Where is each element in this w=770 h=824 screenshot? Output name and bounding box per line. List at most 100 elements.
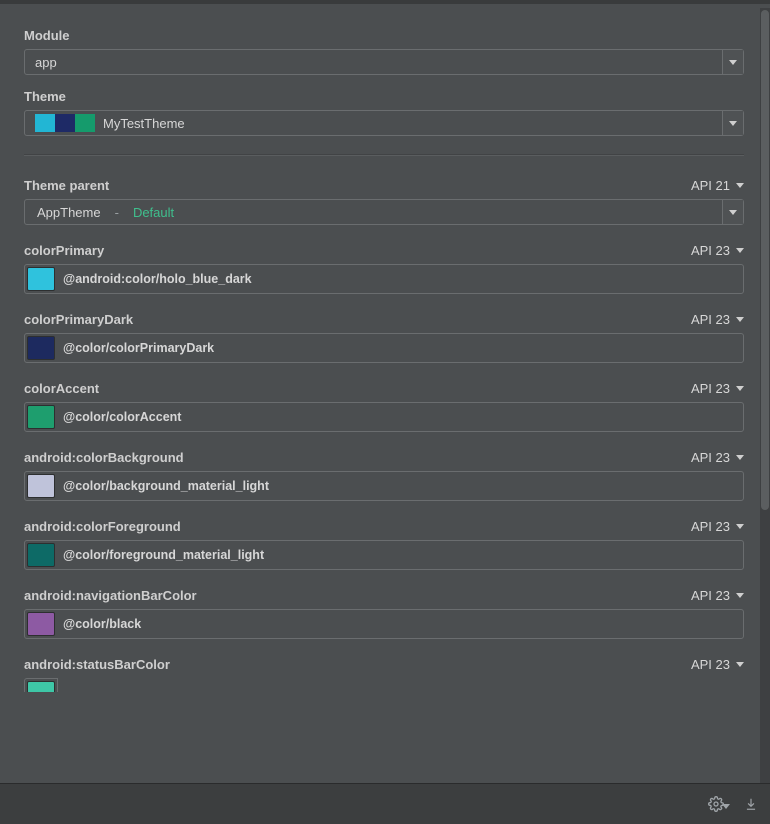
attr-header: android:colorBackground API 23 — [24, 450, 744, 465]
attr-group: colorPrimary API 23 @android:color/holo_bl… — [24, 243, 744, 294]
attr-color-field[interactable]: @color/foreground_material_light — [24, 540, 744, 570]
theme-parent-variant: Default — [133, 205, 174, 220]
attr-swatch-icon — [27, 405, 55, 429]
scrollbar[interactable] — [760, 8, 770, 784]
theme-parent-combo-body: AppTheme - Default — [25, 200, 722, 224]
attr-api-text: API 23 — [691, 588, 730, 603]
download-icon[interactable] — [744, 797, 758, 811]
chevron-down-icon — [736, 455, 744, 460]
theme-parent-header: Theme parent API 21 — [24, 178, 744, 193]
section-divider — [24, 154, 744, 156]
theme-group: Theme MyTestTheme — [24, 89, 744, 136]
attr-swatch-icon — [27, 474, 55, 498]
chevron-down-icon — [729, 60, 737, 65]
attr-group-statusbarcolor: android:statusBarColor API 23 — [24, 657, 744, 692]
attr-api-chip[interactable]: API 23 — [691, 381, 744, 396]
attr-swatch-icon — [27, 336, 55, 360]
status-bar — [0, 783, 770, 824]
module-group: Module app — [24, 28, 744, 75]
theme-swatch-0 — [35, 114, 55, 132]
attr-header: android:statusBarColor API 23 — [24, 657, 744, 672]
attr-value-text: @color/background_material_light — [57, 472, 743, 500]
content-area: Module app Theme — [0, 4, 760, 784]
attr-color-field[interactable] — [24, 678, 58, 692]
attr-group: android:colorBackground API 23 @color/back… — [24, 450, 744, 501]
chevron-down-icon — [736, 593, 744, 598]
theme-parent-sep: - — [109, 205, 125, 220]
theme-swatch-triple — [35, 114, 95, 132]
attr-group: android:navigationBarColor API 23 @color/b… — [24, 588, 744, 639]
chevron-down-icon — [736, 248, 744, 253]
attr-api-text: API 23 — [691, 519, 730, 534]
attr-api-chip[interactable]: API 23 — [691, 657, 744, 672]
attr-group: colorPrimaryDark API 23 @color/colorPrimar… — [24, 312, 744, 363]
theme-parent-api-chip[interactable]: API 21 — [691, 178, 744, 193]
module-label: Module — [24, 28, 744, 43]
theme-combo[interactable]: MyTestTheme — [24, 110, 744, 136]
module-value-text: app — [35, 55, 57, 70]
attr-name: colorPrimary — [24, 243, 104, 258]
attr-name: colorPrimaryDark — [24, 312, 133, 327]
attr-color-field[interactable]: @color/background_material_light — [24, 471, 744, 501]
chevron-down-icon — [736, 386, 744, 391]
gear-icon[interactable] — [708, 796, 730, 812]
attr-swatch-icon — [27, 543, 55, 567]
attr-header: colorPrimary API 23 — [24, 243, 744, 258]
attr-name: colorAccent — [24, 381, 99, 396]
theme-swatch-2 — [75, 114, 95, 132]
attr-name: android:colorForeground — [24, 519, 181, 534]
theme-parent-combo[interactable]: AppTheme - Default — [24, 199, 744, 225]
theme-combo-body: MyTestTheme — [25, 111, 722, 135]
attr-api-chip[interactable]: API 23 — [691, 588, 744, 603]
attr-swatch-icon — [27, 267, 55, 291]
attr-swatch-icon — [27, 612, 55, 636]
attr-header: colorPrimaryDark API 23 — [24, 312, 744, 327]
theme-value-text: MyTestTheme — [103, 116, 185, 131]
theme-parent-group: Theme parent API 21 AppTheme - Default — [24, 178, 744, 225]
chevron-down-icon — [736, 662, 744, 667]
theme-parent-api-text: API 21 — [691, 178, 730, 193]
theme-combo-arrow[interactable] — [722, 111, 743, 135]
attr-name: android:statusBarColor — [24, 657, 170, 672]
attr-value-text: @android:color/holo_blue_dark — [57, 265, 743, 293]
attr-api-chip[interactable]: API 23 — [691, 243, 744, 258]
attr-name: android:colorBackground — [24, 450, 184, 465]
attr-api-text: API 23 — [691, 243, 730, 258]
chevron-down-icon — [736, 317, 744, 322]
attr-api-chip[interactable]: API 23 — [691, 450, 744, 465]
attr-api-text: API 23 — [691, 657, 730, 672]
attr-value-text: @color/colorAccent — [57, 403, 743, 431]
attr-color-field[interactable]: @color/black — [24, 609, 744, 639]
theme-label: Theme — [24, 89, 744, 104]
module-combo-value: app — [25, 50, 722, 74]
attr-swatch-icon — [27, 681, 55, 692]
attr-value-text: @color/foreground_material_light — [57, 541, 743, 569]
attr-name: android:navigationBarColor — [24, 588, 197, 603]
attr-api-text: API 23 — [691, 312, 730, 327]
chevron-down-icon — [729, 121, 737, 126]
attr-group: colorAccent API 23 @color/colorAccent — [24, 381, 744, 432]
attr-color-field[interactable]: @color/colorAccent — [24, 402, 744, 432]
attr-value-text: @color/black — [57, 610, 743, 638]
chevron-down-icon — [736, 183, 744, 188]
attr-color-field[interactable]: @android:color/holo_blue_dark — [24, 264, 744, 294]
attr-api-chip[interactable]: API 23 — [691, 519, 744, 534]
attr-value-text: @color/colorPrimaryDark — [57, 334, 743, 362]
module-combo[interactable]: app — [24, 49, 744, 75]
attr-header: android:colorForeground API 23 — [24, 519, 744, 534]
theme-parent-combo-arrow[interactable] — [722, 200, 743, 224]
attr-header: android:navigationBarColor API 23 — [24, 588, 744, 603]
attr-color-field[interactable]: @color/colorPrimaryDark — [24, 333, 744, 363]
chevron-down-icon — [729, 210, 737, 215]
attr-api-text: API 23 — [691, 450, 730, 465]
module-combo-arrow[interactable] — [722, 50, 743, 74]
attr-group: android:colorForeground API 23 @color/fore… — [24, 519, 744, 570]
chevron-down-icon — [736, 524, 744, 529]
theme-parent-base: AppTheme — [37, 205, 101, 220]
scrollbar-thumb[interactable] — [761, 10, 769, 510]
attr-api-chip[interactable]: API 23 — [691, 312, 744, 327]
attr-header: colorAccent API 23 — [24, 381, 744, 396]
attr-api-text: API 23 — [691, 381, 730, 396]
theme-parent-label: Theme parent — [24, 178, 109, 193]
theme-swatch-1 — [55, 114, 75, 132]
